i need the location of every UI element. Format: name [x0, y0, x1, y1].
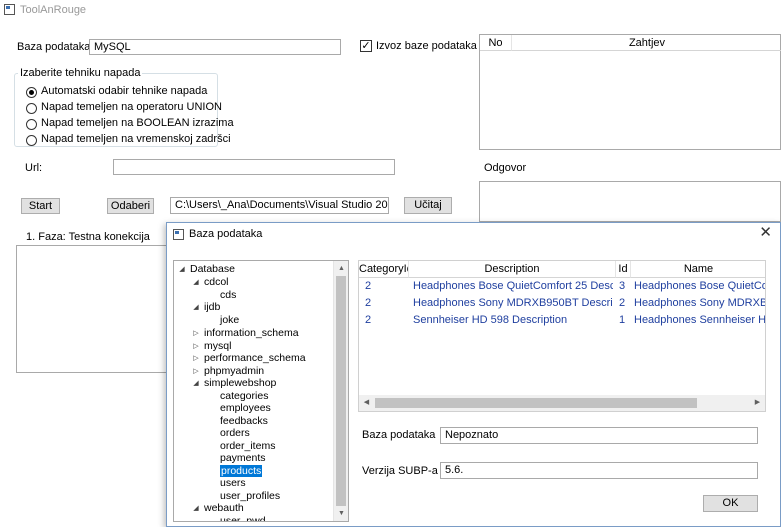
tree-label: users [220, 477, 246, 489]
radio-button-selected[interactable] [26, 87, 37, 98]
cell-categoryid[interactable]: 2 [365, 312, 405, 329]
expanded-arrow-icon[interactable]: ◢ [192, 502, 200, 515]
radio-label: Napad temeljen na operatoru UNION [41, 101, 222, 113]
technique-group-title: Izaberite tehniku napada [18, 67, 143, 79]
tree-label: performance_schema [204, 352, 306, 364]
tree-node-user-pwd[interactable]: user_pwd [220, 515, 266, 522]
column-header-name[interactable]: Name [631, 261, 765, 278]
response-panel [479, 181, 781, 222]
browse-button[interactable]: Odaberi [107, 198, 154, 214]
cell-description[interactable]: Sennheiser HD 598 Description [413, 312, 613, 329]
radio-label: Automatski odabir tehnike napada [41, 85, 208, 97]
tree-label: orders [220, 427, 250, 439]
dialog-app-icon [173, 229, 184, 240]
url-input[interactable] [113, 159, 395, 175]
scrollbar-thumb[interactable] [375, 398, 697, 408]
tree-label: employees [220, 402, 271, 414]
tree-node-joke[interactable]: joke [220, 314, 239, 327]
checkmark-icon: ✓ [361, 40, 371, 52]
cell-id[interactable]: 2 [619, 295, 631, 312]
tree-label: ijdb [204, 301, 221, 313]
dialog-db-label: Baza podataka [362, 429, 436, 441]
tree-label: Database [190, 263, 235, 275]
tree-vertical-scrollbar[interactable]: ▲ ▼ [333, 261, 348, 521]
cell-description[interactable]: Headphones Sony MDRXB950BT Description [413, 295, 613, 312]
column-header-id[interactable]: Id [616, 261, 631, 278]
window-title: ToolAnRouge [20, 4, 87, 16]
scroll-left-icon[interactable]: ◀ [359, 395, 374, 411]
cell-id[interactable]: 1 [619, 312, 631, 329]
tree-label: payments [220, 452, 266, 464]
tree-node-users[interactable]: users [220, 477, 246, 490]
version-label: Verzija SUBP-a [362, 465, 438, 477]
db-input[interactable]: MySQL [89, 39, 341, 55]
tree-label: user_profiles [220, 490, 281, 502]
grid-horizontal-scrollbar[interactable]: ◀ ▶ [359, 395, 765, 411]
collapsed-arrow-icon[interactable]: ▷ [192, 327, 200, 340]
tree-node-orders[interactable]: orders [220, 427, 250, 440]
tree-label: user_pwd [220, 515, 266, 522]
expanded-arrow-icon[interactable]: ◢ [192, 377, 200, 390]
tree-label: simplewebshop [204, 377, 277, 389]
ok-button[interactable]: OK [703, 495, 758, 512]
tree-label: categories [220, 390, 269, 402]
column-header-description[interactable]: Description [409, 261, 616, 278]
response-label: Odgovor [484, 162, 527, 174]
cell-name[interactable]: Headphones Bose QuietComfo [634, 278, 765, 295]
scrollbar-thumb[interactable] [336, 276, 346, 506]
tree-node-payments[interactable]: payments [220, 452, 266, 465]
dialog-title: Baza podataka [189, 228, 263, 240]
column-header-no[interactable]: No [480, 35, 512, 51]
dialog-db-input[interactable]: Nepoznato [440, 427, 758, 444]
tree-label: information_schema [204, 327, 299, 339]
tree-label: joke [220, 314, 240, 326]
expanded-arrow-icon[interactable]: ◢ [178, 263, 186, 276]
version-input[interactable]: 5.6. [440, 462, 758, 479]
column-header-request[interactable]: Zahtjev [512, 35, 781, 51]
app-icon [4, 4, 15, 15]
db-label: Baza podataka [17, 41, 91, 53]
database-tree[interactable]: ◢ Database ◢ cdcol cds ◢ ijdb joke ▷ informa… [173, 260, 349, 522]
tree-label: order_items [220, 440, 276, 452]
scroll-up-icon[interactable]: ▲ [334, 261, 348, 276]
radio-label: Napad temeljen na BOOLEAN izrazima [41, 117, 234, 129]
tree-node-cds[interactable]: cds [220, 289, 236, 302]
collapsed-arrow-icon[interactable]: ▷ [192, 352, 200, 365]
cell-id[interactable]: 3 [619, 278, 631, 295]
export-checkbox-label: Izvoz baze podataka [376, 40, 477, 52]
radio-button[interactable] [26, 119, 37, 130]
expanded-arrow-icon[interactable]: ◢ [192, 276, 200, 289]
tree-label: webauth [204, 502, 244, 514]
phase-output-panel [16, 245, 172, 373]
cell-description[interactable]: Headphones Bose QuietComfort 25 Descript… [413, 278, 613, 295]
cell-categoryid[interactable]: 2 [365, 278, 405, 295]
radio-label: Napad temeljen na vremenskoj zadršci [41, 133, 231, 145]
column-header-categoryid[interactable]: CategoryId [359, 261, 409, 278]
window-title-bar[interactable]: ToolAnRouge [0, 0, 781, 22]
expanded-arrow-icon[interactable]: ◢ [192, 301, 200, 314]
tree-node-employees[interactable]: employees [220, 402, 271, 415]
scroll-down-icon[interactable]: ▼ [334, 506, 348, 521]
tree-label: feedbacks [220, 415, 268, 427]
export-checkbox[interactable]: ✓ [360, 40, 372, 52]
scroll-right-icon[interactable]: ▶ [750, 395, 765, 411]
request-table[interactable]: No Zahtjev [479, 34, 781, 150]
tree-label-selected: products [220, 465, 263, 477]
cell-name[interactable]: Headphones Sennheiser HD 59 [634, 312, 765, 329]
load-button[interactable]: Učitaj [404, 197, 452, 214]
radio-button[interactable] [26, 103, 37, 114]
cell-categoryid[interactable]: 2 [365, 295, 405, 312]
cell-name[interactable]: Headphones Sony MDRXB950E [634, 295, 765, 312]
tree-label: cds [220, 289, 237, 301]
tree-label: cdcol [204, 276, 229, 288]
url-label: Url: [25, 162, 43, 174]
radio-button[interactable] [26, 135, 37, 146]
products-grid[interactable]: CategoryId Description Id Name 2 Headpho… [358, 260, 766, 412]
database-dialog: Baza podataka ✕ ◢ Database ◢ cdcol cds ◢ ij… [166, 222, 781, 527]
close-icon[interactable]: ✕ [759, 225, 772, 240]
phase-label: 1. Faza: Testna konekcija [26, 231, 150, 243]
path-input[interactable]: C:\Users\_Ana\Documents\Visual Studio 20… [170, 197, 389, 214]
start-button[interactable]: Start [21, 198, 60, 214]
